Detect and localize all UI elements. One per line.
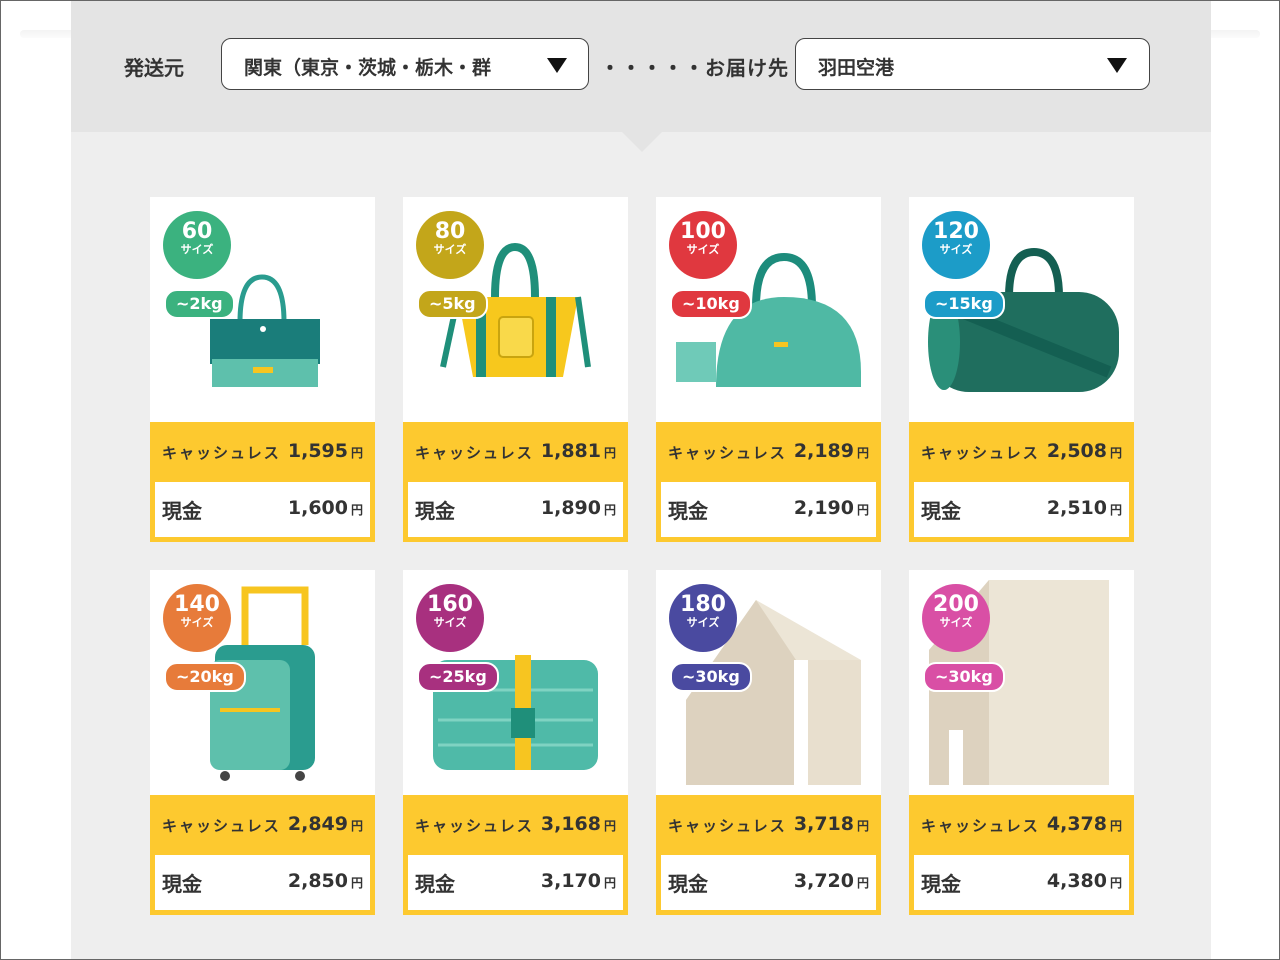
price-box: キャッシュレス 4,378 円 現金 4,380 円 xyxy=(909,795,1134,915)
price-box: キャッシュレス 1,881 円 現金 1,890 円 xyxy=(403,422,628,542)
cash-price: 2,510 円 xyxy=(1046,497,1122,519)
destination-label: お届け先 xyxy=(705,56,789,80)
size-card-80[interactable]: 80 サイズ ~5kg キャッシュレス 1,881 円 現金 1,890 円 xyxy=(403,197,628,542)
cashless-label: キャッシュレス xyxy=(415,817,534,835)
size-card-60[interactable]: 60 サイズ ~2kg キャッシュレス 1,595 円 現金 1,600 円 xyxy=(150,197,375,542)
cashless-price: 3,168 円 xyxy=(540,813,616,835)
card-image: 180 サイズ ~30kg xyxy=(656,570,881,795)
cash-row: 現金 2,190 円 xyxy=(661,482,876,537)
origin-select[interactable]: 関東（東京・茨城・栃木・群 xyxy=(221,38,589,90)
cash-row: 現金 4,380 円 xyxy=(914,855,1129,910)
weight-badge: ~30kg xyxy=(923,662,1005,692)
weight-badge: ~20kg xyxy=(164,662,246,692)
cash-label: 現金 xyxy=(921,872,961,896)
cashless-label: キャッシュレス xyxy=(415,444,534,462)
chevron-down-icon xyxy=(547,58,567,73)
price-box: キャッシュレス 2,849 円 現金 2,850 円 xyxy=(150,795,375,915)
cash-label: 現金 xyxy=(668,872,708,896)
cashless-label: キャッシュレス xyxy=(668,444,787,462)
cash-label: 現金 xyxy=(162,499,202,523)
weight-badge: ~30kg xyxy=(670,662,752,692)
cash-row: 現金 2,850 円 xyxy=(155,855,370,910)
card-image: 80 サイズ ~5kg xyxy=(403,197,628,422)
cash-row: 現金 3,720 円 xyxy=(661,855,876,910)
price-box: キャッシュレス 1,595 円 現金 1,600 円 xyxy=(150,422,375,542)
cashless-label: キャッシュレス xyxy=(162,817,281,835)
cash-price: 2,190 円 xyxy=(793,497,869,519)
price-box: キャッシュレス 3,718 円 現金 3,720 円 xyxy=(656,795,881,915)
cashless-price: 3,718 円 xyxy=(793,813,869,835)
card-image: 140 サイズ ~20kg xyxy=(150,570,375,795)
destination-select-value: 羽田空港 xyxy=(818,57,895,79)
cashless-price: 2,849 円 xyxy=(287,813,363,835)
card-image: 60 サイズ ~2kg xyxy=(150,197,375,422)
size-card-120[interactable]: 120 サイズ ~15kg キャッシュレス 2,508 円 現金 2,510 円 xyxy=(909,197,1134,542)
cash-price: 3,170 円 xyxy=(540,870,616,892)
size-badge: 160 サイズ xyxy=(416,584,484,652)
cashless-price: 2,508 円 xyxy=(1046,440,1122,462)
weight-badge: ~15kg xyxy=(923,289,1005,319)
origin-label: 発送元 xyxy=(124,56,184,80)
card-image: 200 サイズ ~30kg xyxy=(909,570,1134,795)
route-connector: ・・・・・お届け先 xyxy=(600,52,789,81)
cash-row: 現金 1,600 円 xyxy=(155,482,370,537)
cash-label: 現金 xyxy=(668,499,708,523)
cash-price: 3,720 円 xyxy=(793,870,869,892)
card-image: 120 サイズ ~15kg xyxy=(909,197,1134,422)
size-card-140[interactable]: 140 サイズ ~20kg キャッシュレス 2,849 円 現金 2,850 円 xyxy=(150,570,375,915)
connector-dots: ・・・・・ xyxy=(600,56,705,80)
price-box: キャッシュレス 2,189 円 現金 2,190 円 xyxy=(656,422,881,542)
destination-select[interactable]: 羽田空港 xyxy=(795,38,1150,90)
weight-badge: ~2kg xyxy=(164,289,235,319)
size-card-180[interactable]: 180 サイズ ~30kg キャッシュレス 3,718 円 現金 3,720 円 xyxy=(656,570,881,915)
cashless-price: 2,189 円 xyxy=(793,440,869,462)
size-badge: 80 サイズ xyxy=(416,211,484,279)
cash-label: 現金 xyxy=(162,872,202,896)
cash-label: 現金 xyxy=(415,872,455,896)
cash-price: 1,600 円 xyxy=(287,497,363,519)
cash-row: 現金 1,890 円 xyxy=(408,482,623,537)
cash-price: 4,380 円 xyxy=(1046,870,1122,892)
cashless-label: キャッシュレス xyxy=(921,817,1040,835)
weight-badge: ~10kg xyxy=(670,289,752,319)
price-box: キャッシュレス 2,508 円 現金 2,510 円 xyxy=(909,422,1134,542)
weight-badge: ~5kg xyxy=(417,289,488,319)
size-card-200[interactable]: 200 サイズ ~30kg キャッシュレス 4,378 円 現金 4,380 円 xyxy=(909,570,1134,915)
weight-badge: ~25kg xyxy=(417,662,499,692)
cash-price: 2,850 円 xyxy=(287,870,363,892)
size-badge: 60 サイズ xyxy=(163,211,231,279)
chevron-down-icon xyxy=(1107,58,1127,73)
cash-label: 現金 xyxy=(415,499,455,523)
cashless-price: 1,595 円 xyxy=(287,440,363,462)
size-badge: 100 サイズ xyxy=(669,211,737,279)
size-badge: 120 サイズ xyxy=(922,211,990,279)
cash-row: 現金 3,170 円 xyxy=(408,855,623,910)
cashless-price: 4,378 円 xyxy=(1046,813,1122,835)
size-card-100[interactable]: 100 サイズ ~10kg キャッシュレス 2,189 円 現金 2,190 円 xyxy=(656,197,881,542)
cashless-label: キャッシュレス xyxy=(668,817,787,835)
cashless-label: キャッシュレス xyxy=(162,444,281,462)
size-badge: 140 サイズ xyxy=(163,584,231,652)
card-image: 100 サイズ ~10kg xyxy=(656,197,881,422)
cash-row: 現金 2,510 円 xyxy=(914,482,1129,537)
origin-select-value: 関東（東京・茨城・栃木・群 xyxy=(244,57,492,79)
cashless-label: キャッシュレス xyxy=(921,444,1040,462)
cash-price: 1,890 円 xyxy=(540,497,616,519)
cash-label: 現金 xyxy=(921,499,961,523)
size-badge: 180 サイズ xyxy=(669,584,737,652)
cashless-price: 1,881 円 xyxy=(540,440,616,462)
pointer-triangle xyxy=(622,132,662,152)
size-badge: 200 サイズ xyxy=(922,584,990,652)
size-card-160[interactable]: 160 サイズ ~25kg キャッシュレス 3,168 円 現金 3,170 円 xyxy=(403,570,628,915)
card-image: 160 サイズ ~25kg xyxy=(403,570,628,795)
price-box: キャッシュレス 3,168 円 現金 3,170 円 xyxy=(403,795,628,915)
